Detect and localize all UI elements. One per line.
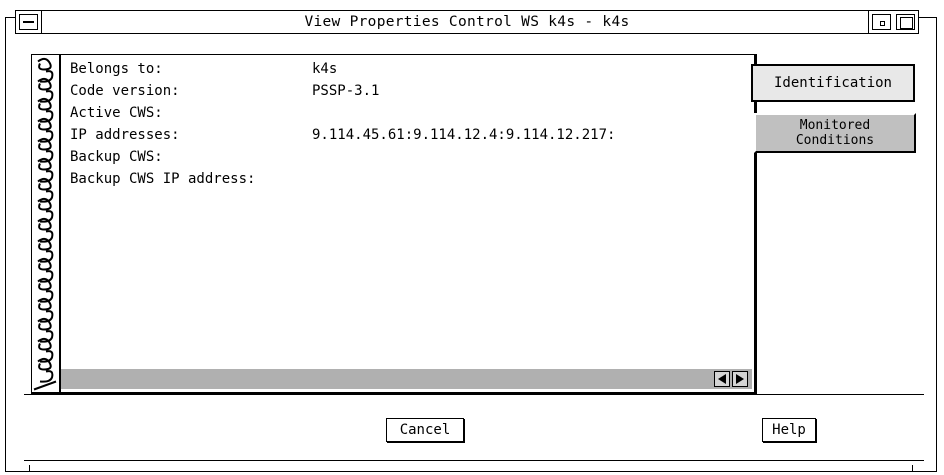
tab-identification[interactable]: Identification bbox=[751, 64, 915, 102]
property-label: IP addresses: bbox=[70, 127, 180, 143]
property-label: Backup CWS: bbox=[70, 149, 163, 165]
tab-label-line: Conditions bbox=[795, 133, 875, 148]
property-value: 9.114.45.61:9.114.12.4:9.114.12.217: bbox=[312, 127, 616, 143]
horizontal-scrollbar[interactable] bbox=[61, 369, 752, 389]
scroll-left-button[interactable] bbox=[714, 371, 730, 387]
tab-label-line: Monitored bbox=[799, 118, 871, 133]
identification-notebook-page: Belongs to: k4s Code version: PSSP-3.1 A… bbox=[31, 54, 757, 395]
arrow-left-icon bbox=[718, 374, 726, 384]
title-bar[interactable]: View Properties Control WS k4s - k4s bbox=[15, 10, 919, 34]
window-title: View Properties Control WS k4s - k4s bbox=[304, 14, 630, 30]
maximize-icon[interactable] bbox=[896, 14, 915, 30]
tab-monitored-conditions[interactable]: Monitored Conditions bbox=[754, 113, 916, 153]
arrow-right-icon bbox=[736, 374, 744, 384]
scroll-right-button[interactable] bbox=[732, 371, 748, 387]
help-button[interactable]: Help bbox=[762, 418, 816, 442]
button-area-divider bbox=[24, 394, 924, 395]
window-bottom-divider bbox=[24, 460, 924, 461]
notebook-spiral-binding bbox=[33, 57, 57, 391]
property-value: k4s bbox=[312, 61, 338, 77]
property-value: PSSP-3.1 bbox=[312, 83, 380, 99]
cancel-button[interactable]: Cancel bbox=[386, 418, 464, 442]
property-label: Active CWS: bbox=[70, 105, 163, 121]
property-label: Backup CWS IP address: bbox=[70, 171, 256, 187]
minimize-icon[interactable] bbox=[872, 14, 891, 30]
property-label: Code version: bbox=[70, 83, 180, 99]
property-label: Belongs to: bbox=[70, 61, 163, 77]
